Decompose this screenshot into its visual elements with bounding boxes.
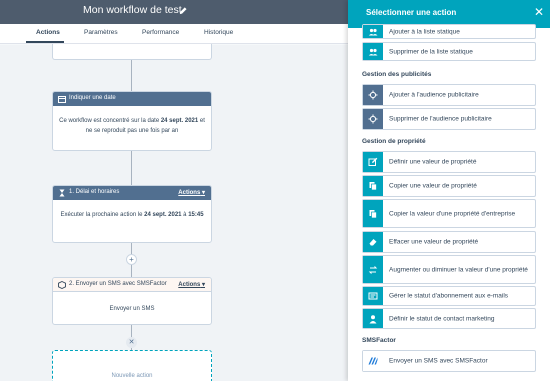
delay-time: 15:45: [188, 212, 204, 218]
action-label: Définir une valeur de propriété: [389, 158, 477, 166]
target-icon: [363, 85, 383, 105]
card-icon: [368, 292, 378, 300]
delay-card-body: Exécuter la prochaine action le 24 sept.…: [53, 200, 211, 228]
action-send-sms-smsfactor[interactable]: Envoyer un SMS avec SMSFactor: [362, 350, 536, 372]
user-icon: [363, 309, 383, 328]
action-label: Envoyer un SMS avec SMSFactor: [389, 357, 488, 365]
delay-card-header: 1. Délai et horaires Actions ▾: [53, 186, 211, 200]
panel-title: Sélectionner une action: [366, 8, 457, 17]
delay-card-title: 1. Délai et horaires: [69, 189, 120, 195]
edit-icon: [368, 157, 378, 166]
action-add-ad-audience[interactable]: Ajouter à l'audience publicitaire: [362, 84, 536, 106]
action-set-property[interactable]: Définir une valeur de propriété: [362, 151, 536, 173]
date-card-body: Ce workflow est concentré sur la date 24…: [53, 106, 211, 144]
action-label: Supprimer de la liste statique: [389, 48, 473, 55]
smsfactor-icon: [368, 357, 378, 365]
date-card[interactable]: Indiquer une date Ce workflow est concen…: [52, 91, 212, 151]
action-remove-static-list[interactable]: Supprimer de la liste statique: [362, 42, 536, 61]
action-label: Copier une valeur de propriété: [389, 182, 477, 190]
box-icon: [58, 281, 66, 289]
sms-actions-label: Actions: [178, 282, 201, 288]
target-icon: [368, 114, 378, 124]
sms-card-body: Envoyer un SMS: [109, 306, 155, 312]
action-increment-property[interactable]: Augmenter ou diminuer la valeur d'une pr…: [362, 255, 536, 284]
card-icon: [363, 287, 383, 305]
sms-card-header: 2. Envoyer un SMS avec SMSFactor Actions…: [53, 278, 211, 292]
action-clear-property[interactable]: Effacer une valeur de propriété: [362, 231, 536, 253]
action-selector-panel: Sélectionner une action ✕ Ajouter à la l…: [348, 0, 550, 381]
action-add-static-list[interactable]: Ajouter à la liste statique: [362, 24, 536, 39]
active-tab-indicator: [26, 41, 64, 43]
action-copy-company-property[interactable]: Copier la valeur d'une propriété d'entre…: [362, 199, 536, 228]
tab-parametres[interactable]: Paramètres: [84, 29, 118, 36]
sms-actions-button[interactable]: Actions ▾: [178, 281, 205, 288]
section-smsfactor-title: SMSFactor: [362, 337, 396, 344]
target-icon: [368, 90, 378, 100]
action-label: Supprimer de l'audience publicitaire: [389, 115, 492, 123]
action-copy-property[interactable]: Copier une valeur de propriété: [362, 175, 536, 197]
users-icon: [363, 25, 383, 38]
copy-icon: [369, 182, 377, 191]
date-value: 24 sept. 2021: [160, 118, 199, 124]
tab-actions[interactable]: Actions: [36, 29, 60, 36]
pencil-icon[interactable]: [178, 5, 187, 16]
tab-historique[interactable]: Historique: [204, 29, 233, 36]
smsfactor-icon: [363, 351, 383, 371]
edit-icon: [363, 152, 383, 172]
eraser-icon: [363, 232, 383, 252]
eraser-icon: [369, 239, 377, 246]
action-label: Effacer une valeur de propriété: [389, 238, 479, 246]
users-icon: [368, 48, 378, 55]
copy-icon: [369, 209, 377, 218]
remove-placeholder-button[interactable]: ✕: [126, 337, 137, 348]
users-icon: [363, 43, 383, 60]
action-label: Ajouter à l'audience publicitaire: [389, 91, 479, 99]
calendar-icon: [58, 96, 66, 103]
delay-actions-button[interactable]: Actions ▾: [178, 189, 205, 196]
hourglass-icon: [59, 189, 65, 197]
date-card-title: Indiquer une date: [69, 95, 116, 101]
sms-card-title: 2. Envoyer un SMS avec SMSFactor: [69, 281, 167, 287]
action-email-subscription[interactable]: Gérer le statut d'abonnement aux e-mails: [362, 286, 536, 306]
date-card-header: Indiquer une date: [53, 92, 211, 106]
delay-actions-label: Actions: [178, 190, 201, 196]
action-marketing-contact-status[interactable]: Définir le statut de contact marketing: [362, 308, 536, 329]
trigger-card[interactable]: [52, 44, 212, 60]
delay-date: 24 sept. 2021: [144, 212, 182, 218]
section-props-title: Gestion de propriété: [362, 138, 426, 145]
section-ads-title: Gestion des publicités: [362, 71, 432, 78]
target-icon: [363, 109, 383, 129]
connector-line: [131, 151, 132, 185]
action-label: Gérer le statut d'abonnement aux e-mails: [389, 292, 509, 300]
action-remove-ad-audience[interactable]: Supprimer de l'audience publicitaire: [362, 108, 536, 130]
add-action-button[interactable]: +: [126, 254, 137, 265]
close-icon[interactable]: ✕: [534, 5, 544, 19]
tab-performance[interactable]: Performance: [142, 29, 179, 36]
connector-line: [131, 60, 132, 91]
delay-card[interactable]: 1. Délai et horaires Actions ▾ Exécuter …: [52, 185, 212, 243]
copy-icon: [363, 176, 383, 196]
date-text-prefix: Ce workflow est concentré sur la date: [59, 118, 161, 124]
user-icon: [369, 314, 377, 323]
action-label: Copier la valeur d'une propriété d'entre…: [389, 210, 516, 217]
copy-icon: [363, 200, 383, 227]
arrows-icon: [363, 256, 383, 283]
sms-card[interactable]: 2. Envoyer un SMS avec SMSFactor Actions…: [52, 277, 212, 325]
workflow-title[interactable]: Mon workflow de test: [83, 4, 182, 16]
new-action-placeholder[interactable]: Nouvelle action: [52, 350, 212, 381]
action-label: Définir le statut de contact marketing: [389, 315, 495, 322]
action-label: Augmenter ou diminuer la valeur d'une pr…: [389, 266, 528, 273]
users-icon: [368, 28, 378, 35]
action-label: Ajouter à la liste statique: [389, 28, 460, 35]
arrows-icon: [368, 265, 378, 274]
delay-text-prefix: Exécuter la prochaine action le: [60, 212, 145, 218]
